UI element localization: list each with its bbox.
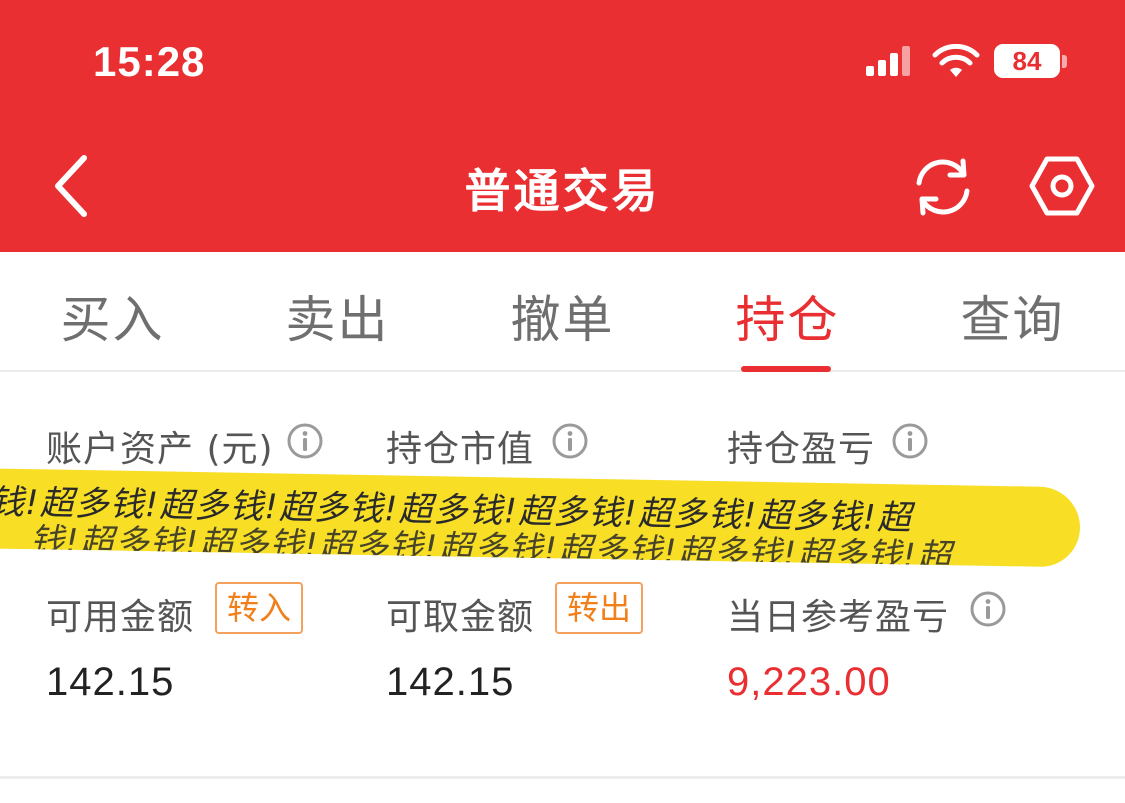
withdrawable-amount-value: 142.15 (386, 660, 515, 704)
signal-icon (866, 46, 912, 76)
trade-tabs: 买入 卖出 撤单 持仓 查询 (0, 252, 1125, 372)
status-icons: 84 (862, 42, 1072, 82)
tab-query[interactable]: 查询 (900, 280, 1125, 352)
info-icon[interactable] (891, 422, 929, 460)
daily-pnl-label: 当日参考盈亏 (727, 597, 950, 638)
tab-positions[interactable]: 持仓 (675, 280, 900, 352)
status-time: 15:28 (93, 38, 206, 85)
transfer-in-button[interactable]: 转入 (215, 582, 304, 634)
available-amount-value: 142.15 (46, 660, 175, 704)
divider (0, 776, 1125, 779)
battery-icon: 84 (994, 44, 1060, 78)
info-icon[interactable] (969, 590, 1007, 628)
app-header: 15:28 84 普通交易 (0, 0, 1125, 252)
daily-pnl-value: 9,223.00 (727, 660, 891, 704)
battery-tip (1062, 55, 1067, 68)
refresh-icon[interactable] (909, 153, 977, 221)
active-tab-indicator (741, 366, 831, 372)
redaction-sticker: 钱!超多钱!超多钱!超多钱!超多钱!超多钱!超多钱!超多钱!超 钱!超多钱!超多… (0, 468, 1080, 568)
info-icon[interactable] (286, 422, 324, 460)
tab-sell[interactable]: 卖出 (225, 280, 450, 352)
account-assets-label: 账户资产 (元) (46, 429, 274, 470)
settings-icon[interactable] (1028, 152, 1096, 220)
available-amount-label: 可用金额 (46, 597, 195, 638)
withdrawable-amount-label: 可取金额 (386, 597, 535, 638)
tab-buy[interactable]: 买入 (0, 280, 225, 352)
wifi-icon (932, 44, 980, 77)
tab-cancel-order[interactable]: 撤单 (450, 280, 675, 352)
transfer-out-button[interactable]: 转出 (555, 582, 644, 634)
position-value-label: 持仓市值 (386, 429, 535, 470)
info-icon[interactable] (551, 422, 589, 460)
position-pnl-label: 持仓盈亏 (727, 429, 876, 470)
